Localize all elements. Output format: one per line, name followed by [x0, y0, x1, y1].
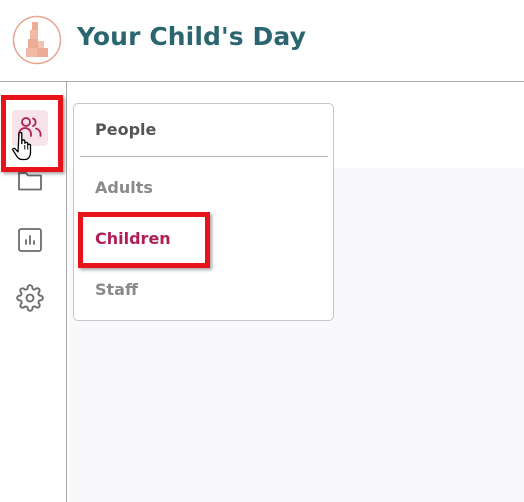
app-header: Your Child's Day: [0, 0, 524, 82]
sidebar-item-folder[interactable]: [14, 164, 46, 196]
stacked-blocks-logo[interactable]: [12, 15, 62, 65]
app-title: Your Child's Day: [77, 22, 306, 51]
folder-icon: [18, 172, 42, 191]
menu-item-adults[interactable]: Adults: [95, 178, 153, 197]
menu-item-children[interactable]: Children: [95, 229, 171, 248]
sidebar-item-settings[interactable]: [14, 282, 46, 314]
sidebar-item-reports[interactable]: [14, 224, 46, 256]
hand-cursor-icon: [12, 131, 32, 161]
menu-item-staff[interactable]: Staff: [95, 280, 138, 299]
gear-icon: [16, 284, 44, 312]
menu-header: People: [95, 120, 157, 139]
people-menu: People Adults Children Staff: [73, 103, 334, 321]
bar-chart-icon: [18, 228, 42, 252]
app-window: Your Child's Day People Adults Children …: [0, 0, 524, 502]
menu-divider: [80, 156, 328, 157]
